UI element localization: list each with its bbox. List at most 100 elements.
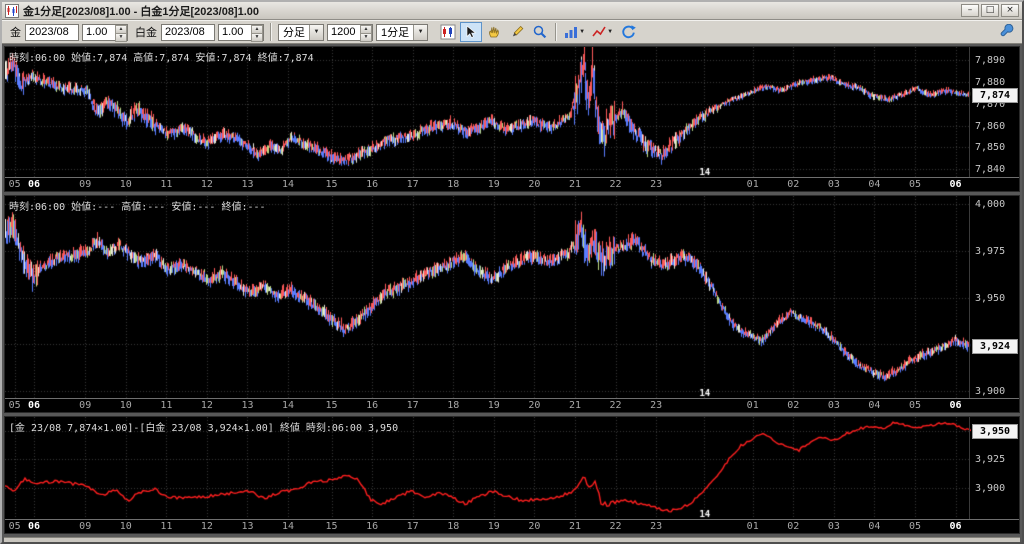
y-tick-label: 3,975 xyxy=(975,245,1006,257)
x-hour-label: 18 xyxy=(447,179,460,190)
x-hour-label: 22 xyxy=(609,521,622,532)
gold-multiplier-input[interactable] xyxy=(83,24,115,40)
spread-chart-panel: [金 23/08 7,874×1.00]-[白金 23/08 3,924×1.0… xyxy=(4,416,1020,534)
gold-time-axis: 05 06 09 10 11 12 13 14 15 16 17 18 19 20 21 22 23 01 02 03… xyxy=(5,177,1019,191)
x-hour-label: 22 xyxy=(609,179,622,190)
pan-hand-icon[interactable] xyxy=(483,22,505,42)
x-hour-label: 13 xyxy=(241,400,254,411)
platinum-mult-up-icon[interactable]: ▲ xyxy=(251,24,263,33)
x-hour-label: 06 xyxy=(949,521,962,532)
bar-count-up-icon[interactable]: ▲ xyxy=(360,24,372,33)
x-hour-label: 11 xyxy=(160,521,173,532)
gold-mult-down-icon[interactable]: ▼ xyxy=(115,32,127,42)
x-hour-label: 18 xyxy=(447,521,460,532)
x-hour-label: 16 xyxy=(366,521,379,532)
maximize-button[interactable]: □ xyxy=(981,4,999,17)
x-hour-label: 23 xyxy=(650,400,663,411)
draw-pencil-icon[interactable] xyxy=(506,22,528,42)
x-hour-label: 20 xyxy=(528,179,541,190)
close-button[interactable]: × xyxy=(1001,4,1019,17)
x-hour-label: 02 xyxy=(787,400,800,411)
gold-last-price-badge: 7,874 xyxy=(972,88,1018,104)
x-hour-label: 01 xyxy=(746,179,759,190)
x-hour-label: 05 xyxy=(8,400,21,411)
app-window: 金1分足[2023/08]1.00 - 白金1分足[2023/08]1.00 –… xyxy=(0,0,1024,544)
gold-mult-up-icon[interactable]: ▲ xyxy=(115,24,127,33)
titlebar: 金1分足[2023/08]1.00 - 白金1分足[2023/08]1.00 –… xyxy=(2,2,1022,20)
x-hour-label: 02 xyxy=(787,521,800,532)
x-hour-label: 23 xyxy=(650,179,663,190)
x-hour-label: 10 xyxy=(119,179,132,190)
x-hour-label: 04 xyxy=(868,400,881,411)
x-hour-label: 06 xyxy=(27,521,41,532)
x-hour-label: 13 xyxy=(241,521,254,532)
toolbar-separator xyxy=(270,23,272,41)
x-hour-label: 12 xyxy=(200,179,213,190)
x-hour-label: 21 xyxy=(568,521,581,532)
window-controls: – □ × xyxy=(961,4,1019,17)
period-dropdown[interactable]: 1分足 ▼ xyxy=(376,23,429,41)
x-hour-label: 20 xyxy=(528,400,541,411)
x-hour-label: 10 xyxy=(119,400,132,411)
x-hour-label: 04 xyxy=(868,521,881,532)
x-hour-label: 03 xyxy=(827,179,840,190)
gold-chart-panel: 時刻:06:00 始値:7,874 高値:7,874 安値:7,874 終値:7… xyxy=(4,46,1020,192)
x-hour-label: 19 xyxy=(487,521,500,532)
x-hour-label: 21 xyxy=(568,400,581,411)
chart-client-area: 時刻:06:00 始値:7,874 高値:7,874 安値:7,874 終値:7… xyxy=(2,44,1022,542)
x-hour-label: 09 xyxy=(79,400,92,411)
x-hour-label: 14 xyxy=(282,521,295,532)
bar-count-down-icon[interactable]: ▼ xyxy=(360,32,372,42)
refresh-icon[interactable] xyxy=(617,22,639,42)
chevron-down-icon[interactable]: ▼ xyxy=(607,29,613,35)
platinum-month-input[interactable] xyxy=(161,23,215,41)
bar-type-dropdown[interactable]: 分足 ▼ xyxy=(278,23,324,41)
x-hour-label: 09 xyxy=(79,521,92,532)
chevron-down-icon[interactable]: ▼ xyxy=(579,29,585,35)
candlestick-chart-icon[interactable] xyxy=(437,22,459,42)
platinum-month-field xyxy=(161,23,215,41)
x-hour-label: 02 xyxy=(787,179,800,190)
x-hour-label: 14 xyxy=(282,179,295,190)
spread-quote-readout: [金 23/08 7,874×1.00]-[白金 23/08 3,924×1.0… xyxy=(9,423,399,434)
y-tick-label: 7,850 xyxy=(975,142,1006,154)
x-hour-label: 06 xyxy=(949,179,962,190)
x-hour-label: 05 xyxy=(8,179,21,190)
bar-count-input[interactable] xyxy=(328,24,360,40)
window-title: 金1分足[2023/08]1.00 - 白金1分足[2023/08]1.00 xyxy=(23,5,260,18)
spread-last-price-badge: 3,950 xyxy=(972,423,1018,439)
platinum-price-axis: 3,924 4,0003,9753,9503,9253,900 xyxy=(969,196,1019,398)
y-tick-label: 7,880 xyxy=(975,76,1006,88)
minimize-button[interactable]: – xyxy=(961,4,979,17)
chevron-down-icon[interactable]: ▼ xyxy=(413,24,428,40)
platinum-mult-down-icon[interactable]: ▼ xyxy=(251,32,263,42)
gold-month-input[interactable] xyxy=(25,23,79,41)
crosshair-select-icon[interactable] xyxy=(460,22,483,42)
x-hour-label: 14 xyxy=(282,400,295,411)
chevron-down-icon[interactable]: ▼ xyxy=(309,24,323,40)
window-bottom-strip xyxy=(4,537,1020,542)
line-indicator-icon[interactable]: ▼ xyxy=(589,22,616,42)
platinum-chart-canvas[interactable] xyxy=(5,196,971,399)
gold-chart-canvas[interactable] xyxy=(5,47,971,178)
settings-wrench-icon[interactable] xyxy=(996,22,1018,42)
spread-time-axis: 05 06 09 10 11 12 13 14 15 16 17 18 19 20 21 22 23 01 02 03… xyxy=(5,519,1019,533)
y-tick-label: 3,950 xyxy=(975,292,1006,304)
x-hour-label: 15 xyxy=(325,400,338,411)
bar-count-spinner: ▲ ▼ xyxy=(327,23,373,42)
x-hour-label: 01 xyxy=(746,400,759,411)
gold-quote-readout: 時刻:06:00 始値:7,874 高値:7,874 安値:7,874 終値:7… xyxy=(9,53,314,64)
spread-price-axis: 3,950 3,9503,9253,900 xyxy=(969,417,1019,519)
x-hour-label: 06 xyxy=(949,400,962,411)
x-hour-label: 12 xyxy=(200,400,213,411)
x-hour-label: 15 xyxy=(325,521,338,532)
x-hour-label: 01 xyxy=(746,521,759,532)
x-hour-label: 16 xyxy=(366,400,379,411)
zoom-icon[interactable] xyxy=(529,22,551,42)
x-hour-label: 17 xyxy=(406,179,419,190)
gold-month-field xyxy=(25,23,79,41)
platinum-label: 白金 xyxy=(135,27,157,39)
bar-indicator-icon[interactable]: ▼ xyxy=(561,22,588,42)
platinum-multiplier-input[interactable] xyxy=(219,24,251,40)
x-hour-label: 23 xyxy=(650,521,663,532)
